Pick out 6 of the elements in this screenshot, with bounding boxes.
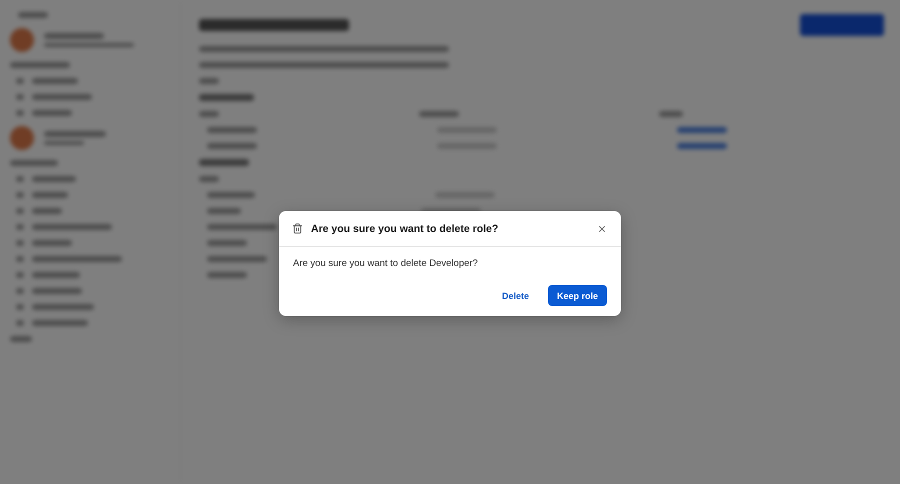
dialog-message: Are you sure you want to delete Developer?: [292, 257, 479, 269]
close-icon[interactable]: [597, 224, 607, 234]
delete-button[interactable]: Delete: [492, 285, 538, 306]
trash-icon: [292, 223, 303, 234]
keep-button[interactable]: Keep role: [548, 285, 607, 306]
dialog-title: Are you sure you want to delete role?: [311, 222, 500, 234]
